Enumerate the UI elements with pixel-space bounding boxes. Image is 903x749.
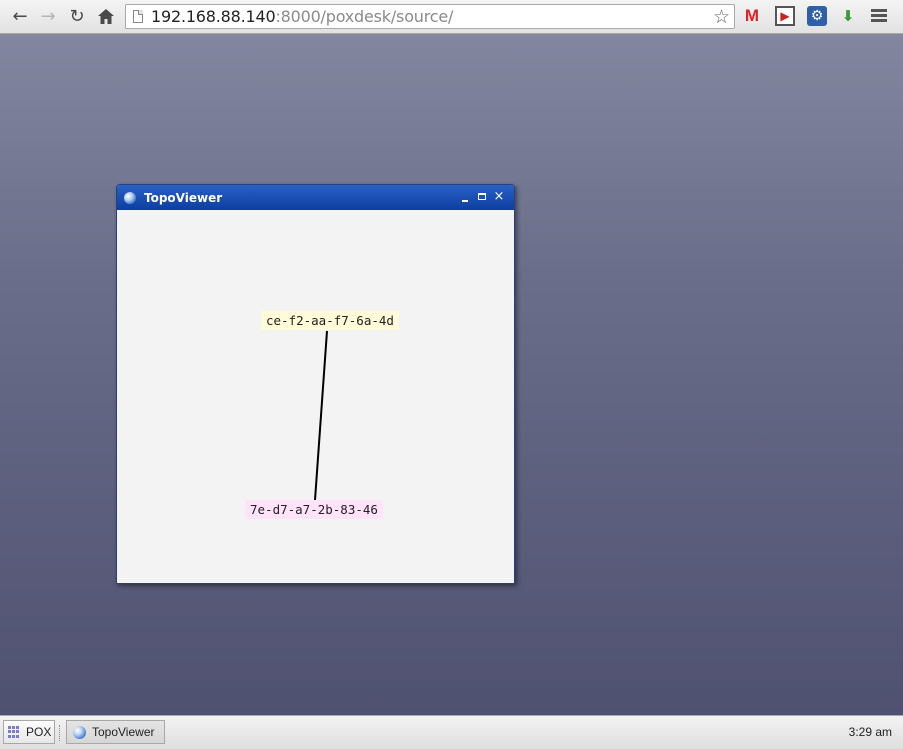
hamburger-menu-icon[interactable] bbox=[871, 9, 887, 23]
start-button[interactable]: POX bbox=[3, 720, 55, 744]
address-bar[interactable]: 192.168.88.140:8000/poxdesk/source/ ☆ bbox=[125, 4, 735, 29]
url-path: :8000/poxdesk/source/ bbox=[275, 7, 454, 26]
maximize-icon bbox=[478, 193, 486, 200]
grid-icon bbox=[8, 726, 20, 738]
topology-links bbox=[314, 330, 328, 501]
arrow-left-icon: ← bbox=[12, 5, 28, 27]
url-host: 192.168.88.140 bbox=[151, 7, 276, 26]
minimize-button[interactable] bbox=[459, 191, 471, 203]
gmail-icon[interactable]: M bbox=[742, 6, 762, 26]
plug-icon[interactable]: ⬇ bbox=[838, 6, 858, 26]
clock: 3:29 am bbox=[848, 725, 892, 739]
switch-node[interactable]: 7e-d7-a7-2b-83-46 bbox=[245, 500, 383, 519]
taskbar-separator bbox=[59, 725, 62, 741]
start-label: POX bbox=[26, 725, 52, 739]
close-button[interactable]: × bbox=[493, 189, 505, 204]
bookmark-star-icon[interactable]: ☆ bbox=[713, 6, 730, 28]
minimize-icon bbox=[462, 200, 468, 202]
taskbar: POX TopoViewer 3:29 am bbox=[0, 715, 903, 749]
home-button[interactable] bbox=[95, 5, 117, 27]
page-icon bbox=[133, 10, 143, 23]
taskbar-item-topoviewer[interactable]: TopoViewer bbox=[66, 720, 165, 744]
topology-canvas[interactable]: ce-f2-aa-f7-6a-4d 7e-d7-a7-2b-83-46 bbox=[117, 210, 514, 583]
taskbar-item-label: TopoViewer bbox=[92, 725, 155, 739]
globe-icon bbox=[73, 725, 86, 739]
topology-link bbox=[314, 330, 328, 501]
close-icon: × bbox=[493, 189, 505, 204]
window-title: TopoViewer bbox=[144, 190, 223, 205]
back-button[interactable]: ← bbox=[9, 5, 31, 27]
window-titlebar[interactable]: TopoViewer × bbox=[117, 185, 514, 210]
home-icon bbox=[98, 8, 114, 24]
arrow-right-icon: → bbox=[40, 5, 56, 27]
switch-node[interactable]: ce-f2-aa-f7-6a-4d bbox=[261, 311, 399, 330]
film-icon[interactable]: ▶ bbox=[775, 6, 795, 26]
maximize-button[interactable] bbox=[476, 191, 488, 203]
desktop[interactable]: TopoViewer × ce-f2-aa-f7-6a-4d 7e-d7-a7-… bbox=[0, 34, 903, 715]
reload-button[interactable]: ↻ bbox=[66, 5, 88, 27]
reload-icon: ↻ bbox=[69, 5, 85, 27]
gear-icon[interactable]: ⚙ bbox=[807, 6, 827, 26]
topoviewer-window[interactable]: TopoViewer × ce-f2-aa-f7-6a-4d 7e-d7-a7-… bbox=[116, 184, 515, 584]
forward-button[interactable]: → bbox=[37, 5, 59, 27]
browser-toolbar: ← → ↻ 192.168.88.140:8000/poxdesk/source… bbox=[0, 0, 903, 34]
globe-icon bbox=[124, 191, 136, 204]
url-text[interactable]: 192.168.88.140:8000/poxdesk/source/ bbox=[151, 7, 453, 26]
